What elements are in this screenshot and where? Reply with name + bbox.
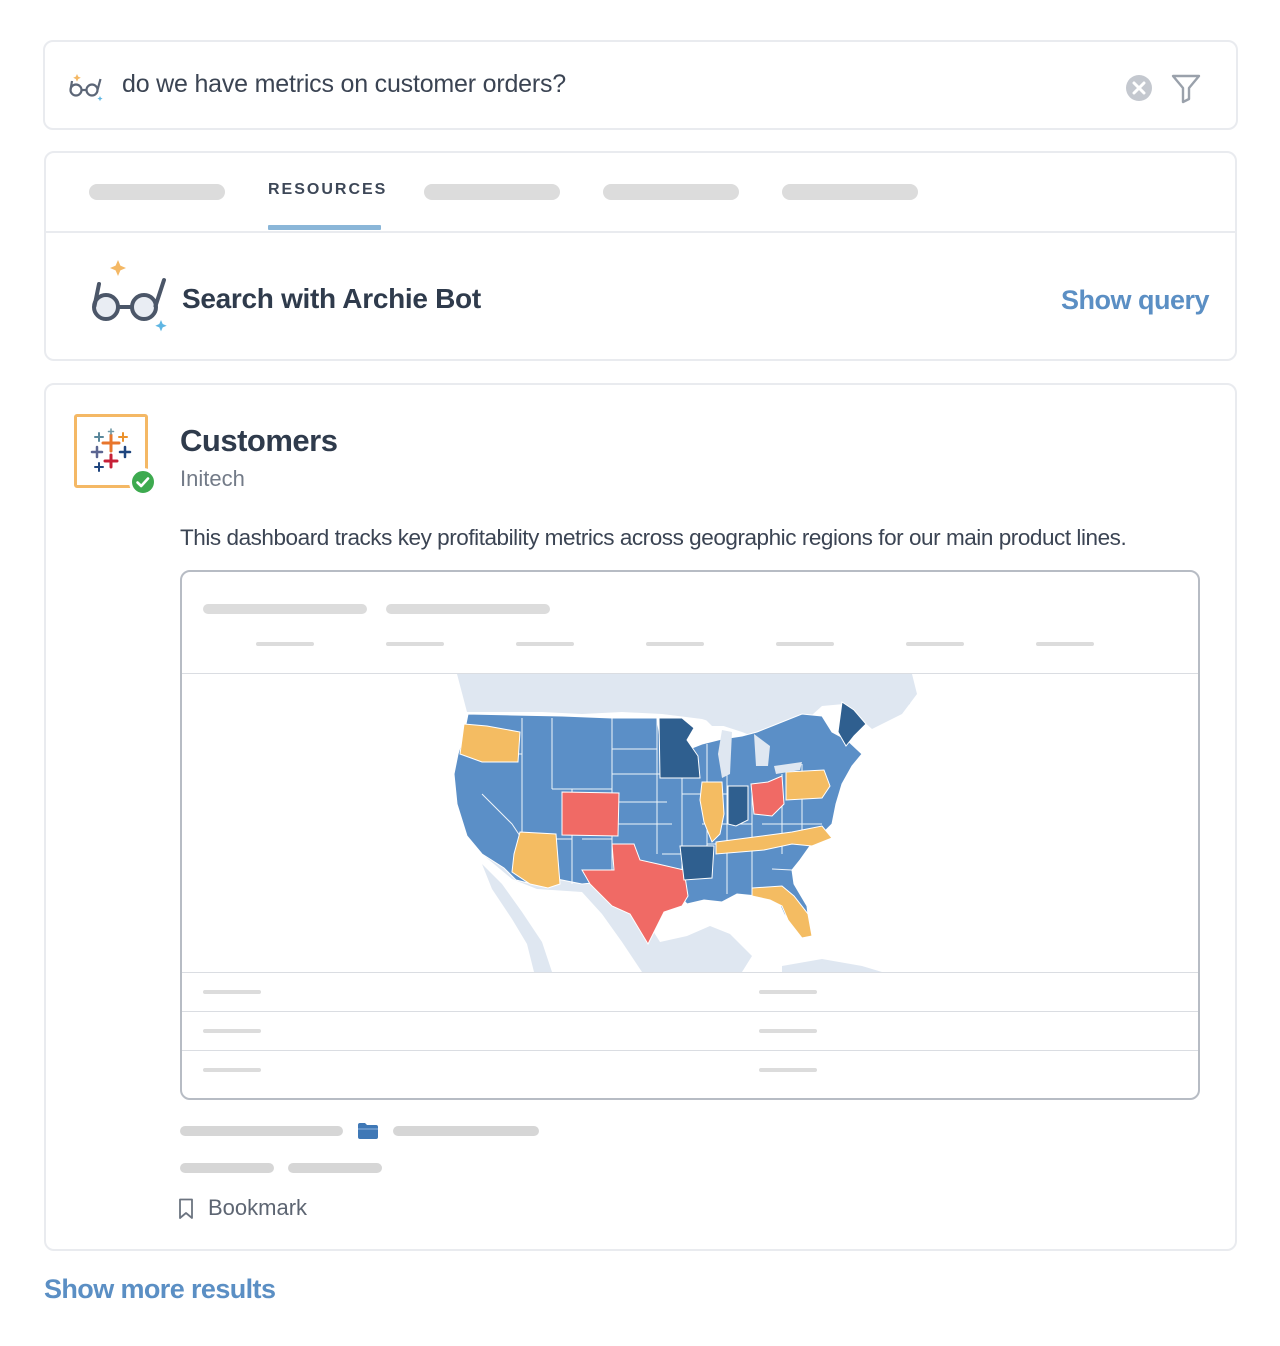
tab-resources[interactable]: RESOURCES (268, 181, 387, 199)
meta-placeholder (180, 1126, 343, 1136)
archie-bot-icon (69, 74, 103, 102)
tab-placeholder[interactable] (89, 184, 225, 200)
header-placeholder (203, 604, 367, 614)
tab-placeholder[interactable] (782, 184, 918, 200)
close-circle-icon[interactable] (1125, 74, 1153, 102)
meta-placeholder (393, 1126, 539, 1136)
folder-icon (358, 1123, 378, 1139)
funnel-icon[interactable] (1170, 72, 1202, 104)
bookmark-icon (179, 1198, 193, 1219)
show-query-link[interactable]: Show query (1061, 285, 1210, 316)
archie-bot-title: Search with Archie Bot (182, 283, 481, 314)
meta-placeholder (288, 1163, 382, 1173)
us-choropleth-map[interactable] (182, 674, 1198, 972)
active-tab-indicator (268, 225, 381, 230)
column-placeholder (256, 642, 314, 646)
column-placeholder (516, 642, 574, 646)
divider (182, 1050, 1198, 1051)
archie-bot-icon (92, 260, 167, 332)
bookmark-label: Bookmark (208, 1195, 308, 1220)
checkmark-icon (136, 477, 150, 488)
verified-badge (129, 468, 157, 496)
row-placeholder (759, 1068, 817, 1072)
result-title[interactable]: Customers (180, 423, 338, 459)
search-bar[interactable]: do we have metrics on customer orders? (43, 40, 1238, 130)
divider (182, 1011, 1198, 1012)
column-placeholder (906, 642, 964, 646)
row-placeholder (203, 990, 261, 994)
result-card[interactable]: Customers Initech This dashboard tracks … (44, 383, 1237, 1251)
tab-placeholder[interactable] (424, 184, 560, 200)
show-more-results-link[interactable]: Show more results (44, 1274, 276, 1305)
row-placeholder (203, 1029, 261, 1033)
row-placeholder (203, 1068, 261, 1072)
column-placeholder (646, 642, 704, 646)
header-placeholder (386, 604, 550, 614)
tab-bar: RESOURCES (46, 153, 1235, 233)
result-owner: Initech (180, 466, 245, 491)
row-placeholder (759, 990, 817, 994)
column-placeholder (386, 642, 444, 646)
meta-placeholder (180, 1163, 274, 1173)
column-placeholder (776, 642, 834, 646)
archie-bot-row: Search with Archie Bot Show query (46, 233, 1235, 361)
row-placeholder (759, 1029, 817, 1033)
column-placeholder (1036, 642, 1094, 646)
tab-placeholder[interactable] (603, 184, 739, 200)
search-query-text[interactable]: do we have metrics on customer orders? (122, 70, 566, 99)
dashboard-preview[interactable] (180, 570, 1200, 1100)
result-description: This dashboard tracks key profitability … (180, 525, 1127, 550)
results-panel: RESOURCES Search with Archie Bot Show qu… (44, 151, 1237, 361)
divider (182, 972, 1198, 973)
